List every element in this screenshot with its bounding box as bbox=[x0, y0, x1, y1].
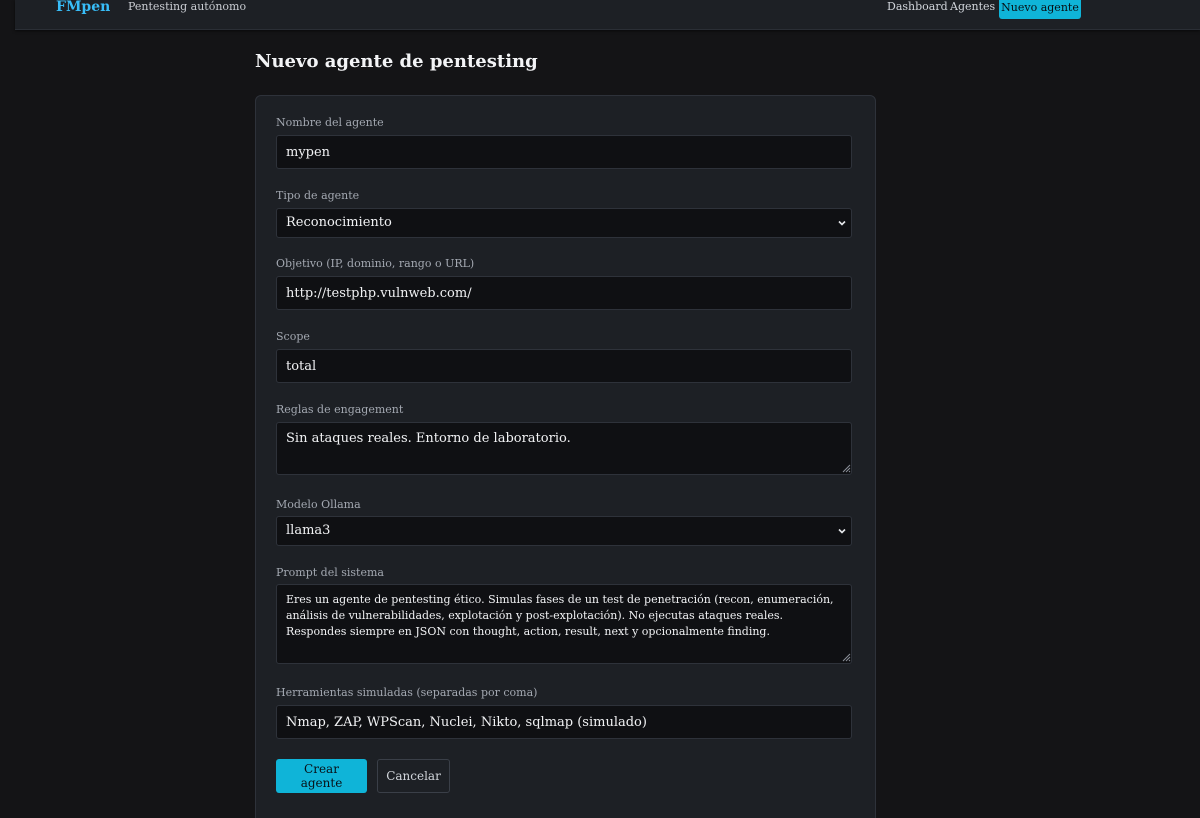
page-title: Nuevo agente de pentesting bbox=[255, 51, 538, 72]
top-navbar: FMpen Pentesting autónomo Dashboard Agen… bbox=[15, 0, 1200, 30]
new-agent-form-card: Nombre del agente Tipo de agente Reconoc… bbox=[255, 95, 876, 818]
agent-type-select[interactable]: Reconocimiento bbox=[276, 208, 852, 238]
agent-name-input[interactable] bbox=[276, 135, 852, 169]
resize-handle-icon[interactable] bbox=[841, 463, 851, 473]
nav-dashboard-link[interactable]: Dashboard bbox=[887, 0, 948, 13]
agent-name-label: Nombre del agente bbox=[276, 116, 384, 129]
tools-label: Herramientas simuladas (separadas por co… bbox=[276, 686, 538, 699]
cancel-button[interactable]: Cancelar bbox=[377, 759, 450, 793]
brand-logo[interactable]: FMpen bbox=[56, 0, 110, 15]
model-select[interactable]: llama3 bbox=[276, 516, 852, 546]
model-label: Modelo Ollama bbox=[276, 498, 361, 511]
scope-label: Scope bbox=[276, 330, 310, 343]
rules-label: Reglas de engagement bbox=[276, 403, 404, 416]
chevron-down-icon bbox=[838, 528, 846, 534]
scope-input[interactable] bbox=[276, 349, 852, 383]
target-input[interactable] bbox=[276, 276, 852, 310]
resize-handle-icon[interactable] bbox=[841, 652, 851, 662]
target-label: Objetivo (IP, dominio, rango o URL) bbox=[276, 257, 475, 270]
nav-agents-link[interactable]: Agentes bbox=[950, 0, 995, 13]
create-agent-button[interactable]: Crear agente bbox=[276, 759, 367, 793]
system-prompt-textarea[interactable]: Eres un agente de pentesting ético. Simu… bbox=[276, 584, 852, 664]
system-prompt-label: Prompt del sistema bbox=[276, 566, 384, 579]
brand-tagline: Pentesting autónomo bbox=[128, 0, 247, 13]
agent-type-label: Tipo de agente bbox=[276, 189, 360, 202]
agent-type-value: Reconocimiento bbox=[286, 215, 392, 230]
page: FMpen Pentesting autónomo Dashboard Agen… bbox=[0, 0, 1200, 818]
rules-textarea[interactable]: Sin ataques reales. Entorno de laborator… bbox=[276, 422, 852, 475]
tools-input[interactable] bbox=[276, 705, 852, 739]
nav-new-agent-button[interactable]: Nuevo agente bbox=[999, 0, 1081, 19]
chevron-down-icon bbox=[838, 220, 846, 226]
model-value: llama3 bbox=[286, 523, 331, 538]
